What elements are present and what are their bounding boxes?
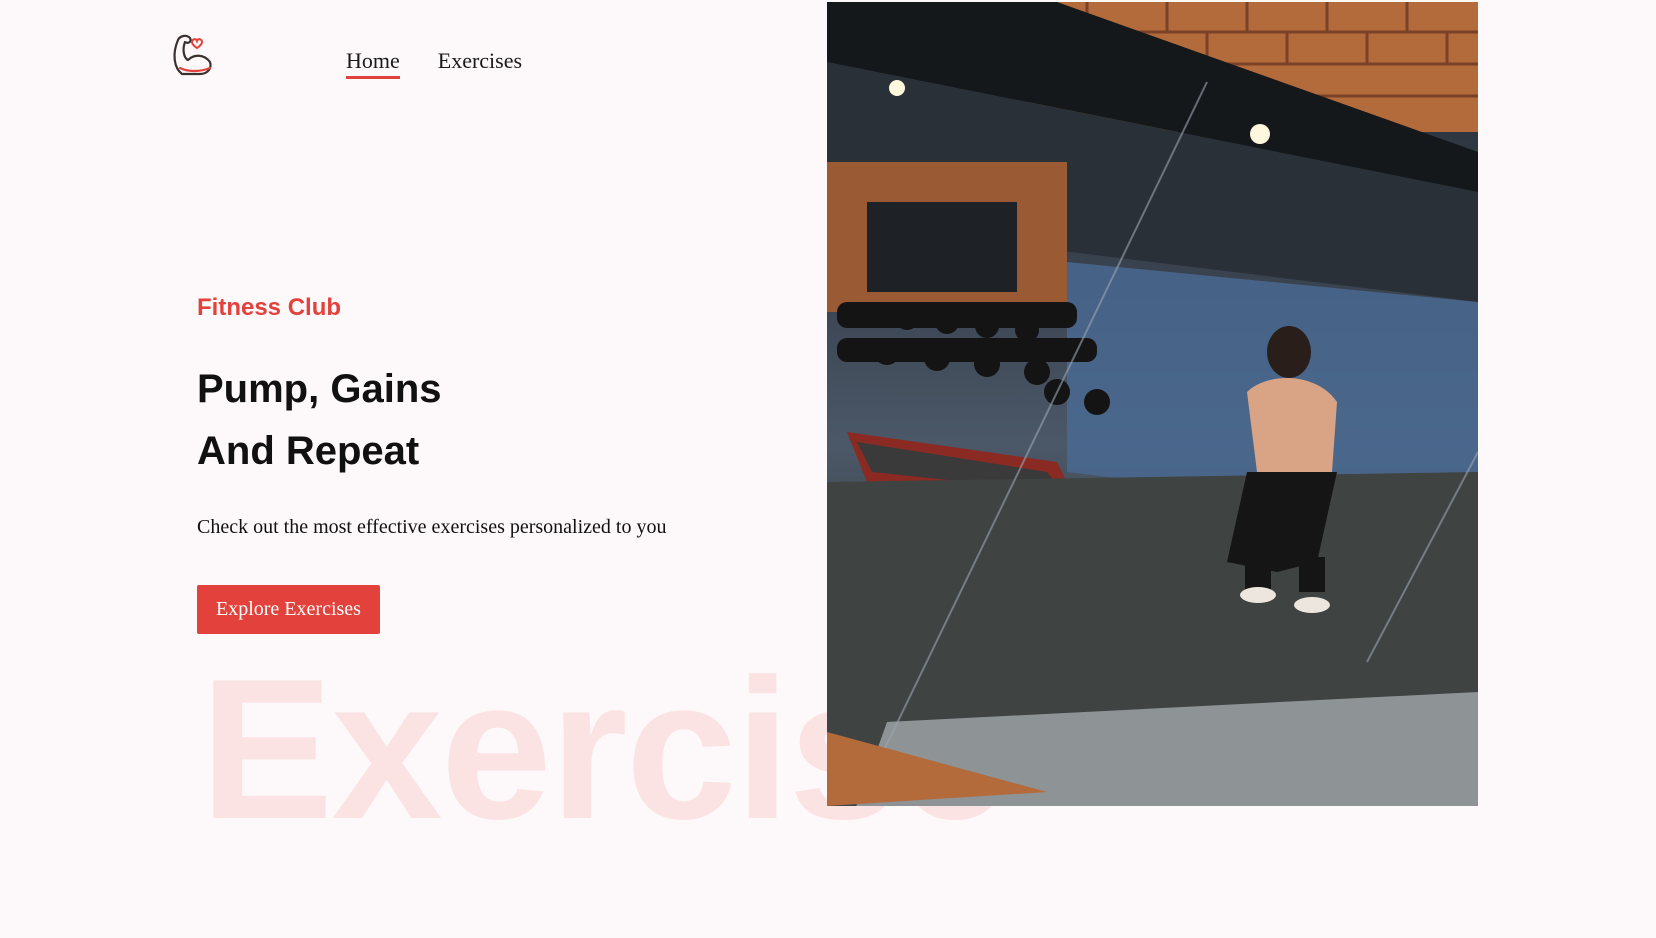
hero-headline: Pump, Gains And Repeat: [197, 358, 817, 482]
main-nav: Home Exercises: [346, 48, 522, 79]
hero-eyebrow: Fitness Club: [197, 294, 342, 321]
headline-line-1: Pump, Gains: [197, 367, 442, 411]
flexed-arm-heart-icon[interactable]: [166, 28, 220, 82]
headline-line-2: And Repeat: [197, 429, 420, 473]
explore-exercises-button[interactable]: Explore Exercises: [197, 585, 380, 634]
hero-subtitle: Check out the most effective exercises p…: [197, 516, 667, 538]
hero-banner-image: [827, 2, 1478, 806]
nav-exercises-link[interactable]: Exercises: [438, 48, 522, 79]
nav-home-link[interactable]: Home: [346, 48, 400, 79]
hero-section: Fitness Club Pump, Gains And Repeat Chec…: [197, 294, 817, 634]
